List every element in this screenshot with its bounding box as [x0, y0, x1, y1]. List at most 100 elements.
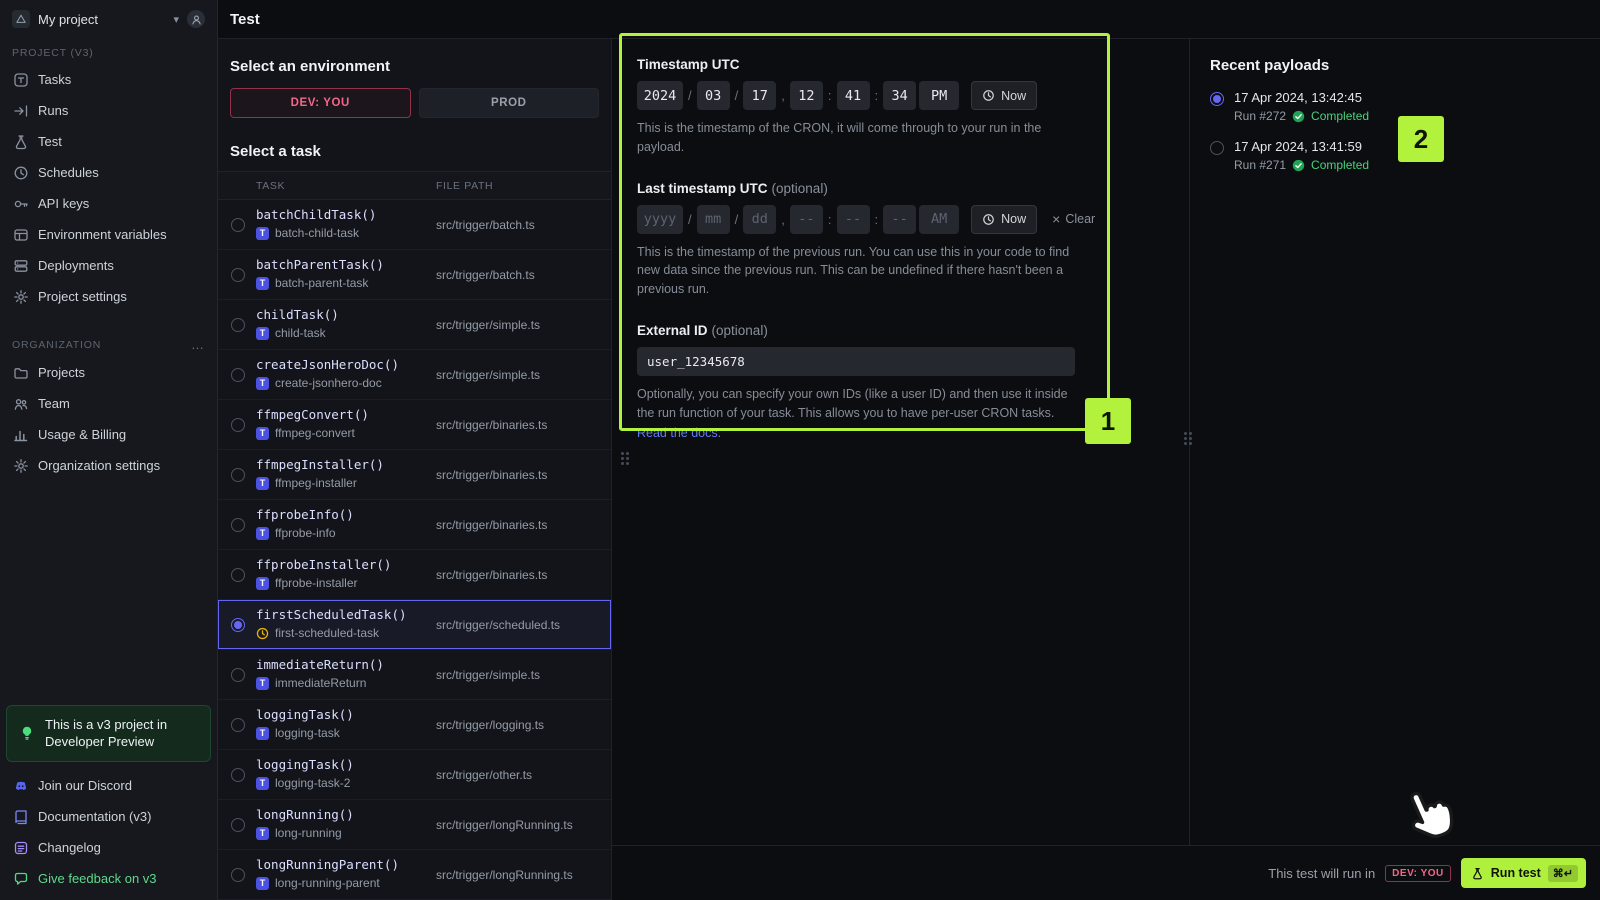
external-id-input[interactable]: user_12345678: [637, 346, 1075, 376]
task-row[interactable]: loggingTask() T logging-task-2 src/trigg…: [218, 750, 611, 800]
read-docs-link[interactable]: Read the docs.: [637, 424, 1084, 443]
timestamp-year-segment[interactable]: 2024: [637, 81, 683, 110]
sidebar-item-label: Projects: [38, 365, 85, 380]
task-radio[interactable]: [231, 568, 245, 582]
last-timestamp-now-button[interactable]: Now: [971, 204, 1038, 234]
sidebar-item-projects[interactable]: Projects: [0, 357, 217, 388]
last-second-segment[interactable]: --: [883, 204, 917, 234]
payload-radio[interactable]: [1210, 141, 1224, 155]
task-radio[interactable]: [231, 768, 245, 782]
payload-item[interactable]: 17 Apr 2024, 13:42:45 Run #272 Completed: [1210, 90, 1580, 123]
task-file-path: src/trigger/batch.ts: [436, 267, 535, 282]
org-menu-button[interactable]: …: [191, 337, 205, 352]
sidebar-item-usage-billing[interactable]: Usage & Billing: [0, 419, 217, 450]
user-avatar[interactable]: [187, 10, 205, 28]
run-test-button[interactable]: Run test ⌘↵: [1460, 858, 1586, 888]
task-row[interactable]: longRunningParent() T long-running-paren…: [218, 850, 611, 900]
last-meridiem-segment[interactable]: AM: [919, 204, 960, 234]
task-cell: immediateReturn() T immediateReturn: [218, 650, 436, 699]
timestamp-day-segment[interactable]: 17: [743, 81, 777, 110]
task-cell: ffprobeInstaller() T ffprobe-installer: [218, 550, 436, 599]
clear-button[interactable]: × Clear: [1052, 211, 1095, 227]
task-row[interactable]: ffmpegInstaller() T ffmpeg-installer src…: [218, 450, 611, 500]
timestamp-minute-segment[interactable]: 41: [836, 81, 870, 110]
task-radio[interactable]: [231, 518, 245, 532]
task-row[interactable]: batchChildTask() T batch-child-task src/…: [218, 200, 611, 250]
last-hour-segment[interactable]: --: [789, 204, 823, 234]
task-radio[interactable]: [231, 418, 245, 432]
task-radio[interactable]: [231, 618, 245, 632]
timestamp-hour-segment[interactable]: 12: [789, 81, 823, 110]
task-radio[interactable]: [231, 868, 245, 882]
task-row[interactable]: ffprobeInstaller() T ffprobe-installer s…: [218, 550, 611, 600]
task-row[interactable]: createJsonHeroDoc() T create-jsonhero-do…: [218, 350, 611, 400]
payload-item[interactable]: 17 Apr 2024, 13:41:59 Run #271 Completed: [1210, 139, 1580, 172]
task-cell: createJsonHeroDoc() T create-jsonhero-do…: [218, 350, 436, 399]
timestamp-second-segment[interactable]: 34: [883, 81, 917, 110]
external-id-label: External ID (optional): [637, 322, 768, 338]
sidebar-item-environment-variables[interactable]: Environment variables: [0, 219, 217, 250]
sidebar-item-label: Deployments: [38, 258, 114, 273]
sidebar-item-discord[interactable]: Join our Discord: [0, 770, 217, 801]
task-radio[interactable]: [231, 668, 245, 682]
sidebar-item-label: Organization settings: [38, 458, 161, 473]
gear-icon: [12, 289, 29, 305]
task-row[interactable]: ffprobeInfo() T ffprobe-info src/trigger…: [218, 500, 611, 550]
sidebar-item-api-keys[interactable]: API keys: [0, 188, 217, 219]
timestamp-now-button[interactable]: Now: [971, 81, 1038, 110]
sidebar-item-test[interactable]: Test: [0, 126, 217, 157]
task-radio[interactable]: [231, 718, 245, 732]
close-icon: ×: [1052, 211, 1061, 227]
task-file-path: src/trigger/simple.ts: [436, 667, 541, 682]
resize-handle-right[interactable]: [1184, 432, 1192, 445]
task-cell: childTask() T child-task: [218, 300, 436, 349]
env-option-dev[interactable]: DEV: YOU: [230, 88, 411, 118]
last-day-segment[interactable]: dd: [743, 204, 777, 234]
chevron-down-icon[interactable]: ▾: [173, 13, 179, 26]
last-minute-segment[interactable]: --: [836, 204, 870, 234]
task-row[interactable]: ffmpegConvert() T ffmpeg-convert src/tri…: [218, 400, 611, 450]
task-kind-icon: T: [256, 376, 269, 390]
task-kind-icon: T: [256, 326, 269, 340]
task-row[interactable]: loggingTask() T logging-task src/trigger…: [218, 700, 611, 750]
sidebar-item-tasks[interactable]: Tasks: [0, 64, 217, 95]
payload-subtitle: Run #271 Completed: [1234, 158, 1369, 172]
task-radio[interactable]: [231, 268, 245, 282]
env-option-prod[interactable]: PROD: [418, 88, 599, 118]
separator: :: [827, 211, 832, 227]
task-radio[interactable]: [231, 468, 245, 482]
sidebar-item-schedules[interactable]: Schedules: [0, 157, 217, 188]
sidebar-item-runs[interactable]: Runs: [0, 95, 217, 126]
sidebar-item-team[interactable]: Team: [0, 388, 217, 419]
task-select-pane: Select an environment DEV: YOU PROD Sele…: [218, 39, 612, 900]
sidebar-item-documentation[interactable]: Documentation (v3): [0, 801, 217, 832]
task-radio[interactable]: [231, 818, 245, 832]
task-name: ffprobeInstaller(): [256, 557, 392, 572]
sidebar-item-deployments[interactable]: Deployments: [0, 250, 217, 281]
task-row[interactable]: firstScheduledTask() T first-scheduled-t…: [218, 600, 611, 650]
timestamp-meridiem-segment[interactable]: PM: [919, 81, 960, 110]
resize-handle-left[interactable]: [621, 452, 629, 465]
task-row[interactable]: batchParentTask() T batch-parent-task sr…: [218, 250, 611, 300]
task-row[interactable]: longRunning() T long-running src/trigger…: [218, 800, 611, 850]
sidebar-item-organization-settings[interactable]: Organization settings: [0, 450, 217, 481]
payload-radio[interactable]: [1210, 92, 1224, 106]
task-cell: batchChildTask() T batch-child-task: [218, 200, 436, 249]
project-switcher[interactable]: My project: [38, 12, 98, 27]
scheduled-clock-icon: [256, 627, 269, 639]
task-radio[interactable]: [231, 218, 245, 232]
sidebar-item-changelog[interactable]: Changelog: [0, 832, 217, 863]
task-radio[interactable]: [231, 318, 245, 332]
task-row[interactable]: childTask() T child-task src/trigger/sim…: [218, 300, 611, 350]
task-row[interactable]: immediateReturn() T immediateReturn src/…: [218, 650, 611, 700]
last-month-segment[interactable]: mm: [696, 204, 730, 234]
last-year-segment[interactable]: yyyy: [637, 204, 683, 234]
sidebar-item-label: Runs: [38, 103, 69, 118]
env-badge: DEV: YOU: [1385, 864, 1451, 882]
task-radio[interactable]: [231, 368, 245, 382]
task-subtitle: T ffmpeg-installer: [256, 476, 436, 490]
task-cell: firstScheduledTask() T first-scheduled-t…: [218, 600, 436, 649]
timestamp-month-segment[interactable]: 03: [696, 81, 730, 110]
sidebar-item-feedback[interactable]: Give feedback on v3: [0, 863, 217, 894]
sidebar-item-project-settings[interactable]: Project settings: [0, 281, 217, 312]
